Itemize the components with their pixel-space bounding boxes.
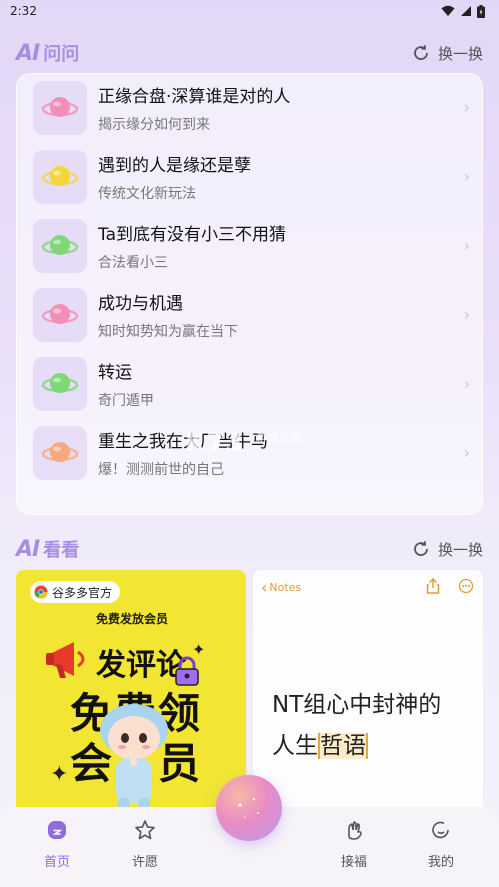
list-item[interactable]: 正缘合盘·深算谁是对的人 揭示缘分如何到来 ›: [17, 74, 484, 142]
sparkle-icon: ✦: [192, 640, 206, 659]
notes-highlight: 哲语: [318, 733, 368, 759]
notes-headline-2-text: 人生: [272, 733, 318, 759]
wifi-icon: [441, 5, 455, 16]
official-tag-label: 谷多多官方: [52, 585, 113, 600]
share-icon[interactable]: [426, 578, 440, 594]
chevron-right-icon: ›: [463, 98, 470, 117]
chrome-logo-icon: [34, 585, 48, 599]
chevron-right-icon: ›: [463, 443, 470, 462]
list-item-text: 转运 奇门遁甲: [98, 358, 154, 410]
ai-logo: AI: [16, 536, 40, 562]
sparkle-icon: [238, 797, 259, 818]
notes-headline-1: NT组心中封神的: [272, 692, 442, 718]
planet-icon: [41, 97, 79, 117]
planet-icon-wrap: [33, 150, 87, 204]
nav-wish-label: 许愿: [131, 855, 158, 870]
planet-icon: [41, 373, 79, 393]
refresh-icon: [414, 45, 428, 60]
planet-icon-wrap: [33, 81, 87, 135]
planet-icon-wrap: [33, 357, 87, 411]
planet-icon: [41, 442, 79, 462]
list-item-text: 正缘合盘·深算谁是对的人 揭示缘分如何到来: [98, 82, 290, 134]
ai-logo: AI: [16, 40, 40, 66]
battery-icon: [477, 4, 485, 18]
list-item-title: Ta到底有没有小三不用猜: [98, 225, 286, 245]
chevron-left-icon: ‹: [261, 578, 268, 597]
list-item-title: 正缘合盘·深算谁是对的人: [98, 87, 291, 107]
chevron-right-icon: ›: [463, 236, 470, 255]
megaphone-icon: [46, 642, 85, 678]
nav-wish[interactable]: 许愿: [115, 819, 175, 870]
ask-card-list: 正缘合盘·深算谁是对的人 揭示缘分如何到来 › 遇到的人是缘还是孽 传统文化新玩…: [16, 73, 483, 515]
notes-label: Notes: [269, 581, 302, 594]
watermark: K73: [185, 428, 245, 458]
notes-back[interactable]: ‹ Notes: [261, 578, 301, 597]
status-bar: 2:32: [0, 0, 499, 22]
home-icon: [48, 821, 66, 839]
planet-icon-wrap: [33, 219, 87, 273]
nav-profile[interactable]: 我的: [411, 819, 471, 870]
list-item-subtitle: 奇门遁甲: [98, 393, 154, 409]
profile-icon: [432, 821, 449, 839]
chevron-right-icon: ›: [463, 167, 470, 186]
ai-orb-button[interactable]: [216, 775, 282, 841]
list-item-title: 遇到的人是缘还是孽: [98, 156, 251, 176]
list-item-subtitle: 揭示缘分如何到来: [98, 117, 210, 133]
list-item-title: 成功与机遇: [98, 294, 183, 314]
chevron-right-icon: ›: [463, 305, 470, 324]
look-refresh-button[interactable]: 换一换: [412, 539, 483, 560]
status-icons: [441, 4, 485, 18]
list-item-text: 遇到的人是缘还是孽 传统文化新玩法: [98, 151, 251, 203]
watermark-sub: 游戏之家: [255, 431, 304, 445]
notes-headline-2: 人生哲语: [272, 726, 368, 760]
list-item-text: Ta到底有没有小三不用猜 合法看小三: [98, 220, 286, 272]
promo-line2: 发评论: [96, 648, 186, 683]
planet-icon-wrap: [33, 288, 87, 342]
list-item-text: 成功与机遇 知时知势知为赢在当下: [98, 289, 238, 341]
list-item-title: 转运: [98, 363, 132, 383]
more-icon[interactable]: [458, 578, 474, 594]
list-item[interactable]: 重生之我在大厂当牛马 爆！测测前世的自己 ›: [17, 419, 484, 487]
nav-blessing[interactable]: 接福: [324, 819, 384, 870]
official-tag: 谷多多官方: [30, 581, 121, 603]
look-refresh-label: 换一换: [437, 540, 483, 559]
nav-home[interactable]: 首页: [27, 819, 87, 870]
ask-refresh-button[interactable]: 换一换: [412, 43, 483, 64]
look-section-header: AI 看看 换一换: [16, 534, 483, 564]
status-time: 2:32: [10, 4, 37, 18]
planet-icon: [41, 166, 79, 186]
planet-icon-wrap: [33, 426, 87, 480]
ask-section-title: AI 问问: [16, 40, 79, 66]
sparkle-icon: ✦: [50, 762, 69, 787]
ask-refresh-label: 换一换: [437, 44, 483, 63]
signal-icon: [461, 6, 471, 16]
ask-section-header: AI 问问 换一换: [16, 38, 483, 68]
nav-home-label: 首页: [43, 855, 70, 870]
nav-profile-label: 我的: [427, 855, 454, 870]
list-item[interactable]: Ta到底有没有小三不用猜 合法看小三 ›: [17, 212, 484, 280]
star-icon: [135, 820, 155, 840]
hand-icon: [348, 821, 362, 840]
ask-title: 问问: [43, 44, 80, 65]
list-item-subtitle: 传统文化新玩法: [98, 186, 196, 202]
planet-icon: [41, 235, 79, 255]
list-item[interactable]: 转运 奇门遁甲 ›: [17, 350, 484, 418]
promo-line1: 免费发放会员: [96, 612, 169, 626]
list-item-subtitle: 爆！测测前世的自己: [98, 462, 224, 478]
look-section-title: AI 看看: [16, 536, 79, 562]
list-item[interactable]: 遇到的人是缘还是孽 传统文化新玩法 ›: [17, 143, 484, 211]
mascot-image: [100, 704, 168, 812]
refresh-icon: [414, 541, 428, 556]
chevron-right-icon: ›: [463, 374, 470, 393]
planet-icon: [41, 304, 79, 324]
list-item-subtitle: 知时知势知为赢在当下: [98, 324, 238, 340]
look-title: 看看: [43, 540, 80, 561]
list-item-subtitle: 合法看小三: [98, 255, 168, 271]
list-item[interactable]: 成功与机遇 知时知势知为赢在当下 ›: [17, 281, 484, 349]
nav-blessing-label: 接福: [340, 855, 367, 870]
